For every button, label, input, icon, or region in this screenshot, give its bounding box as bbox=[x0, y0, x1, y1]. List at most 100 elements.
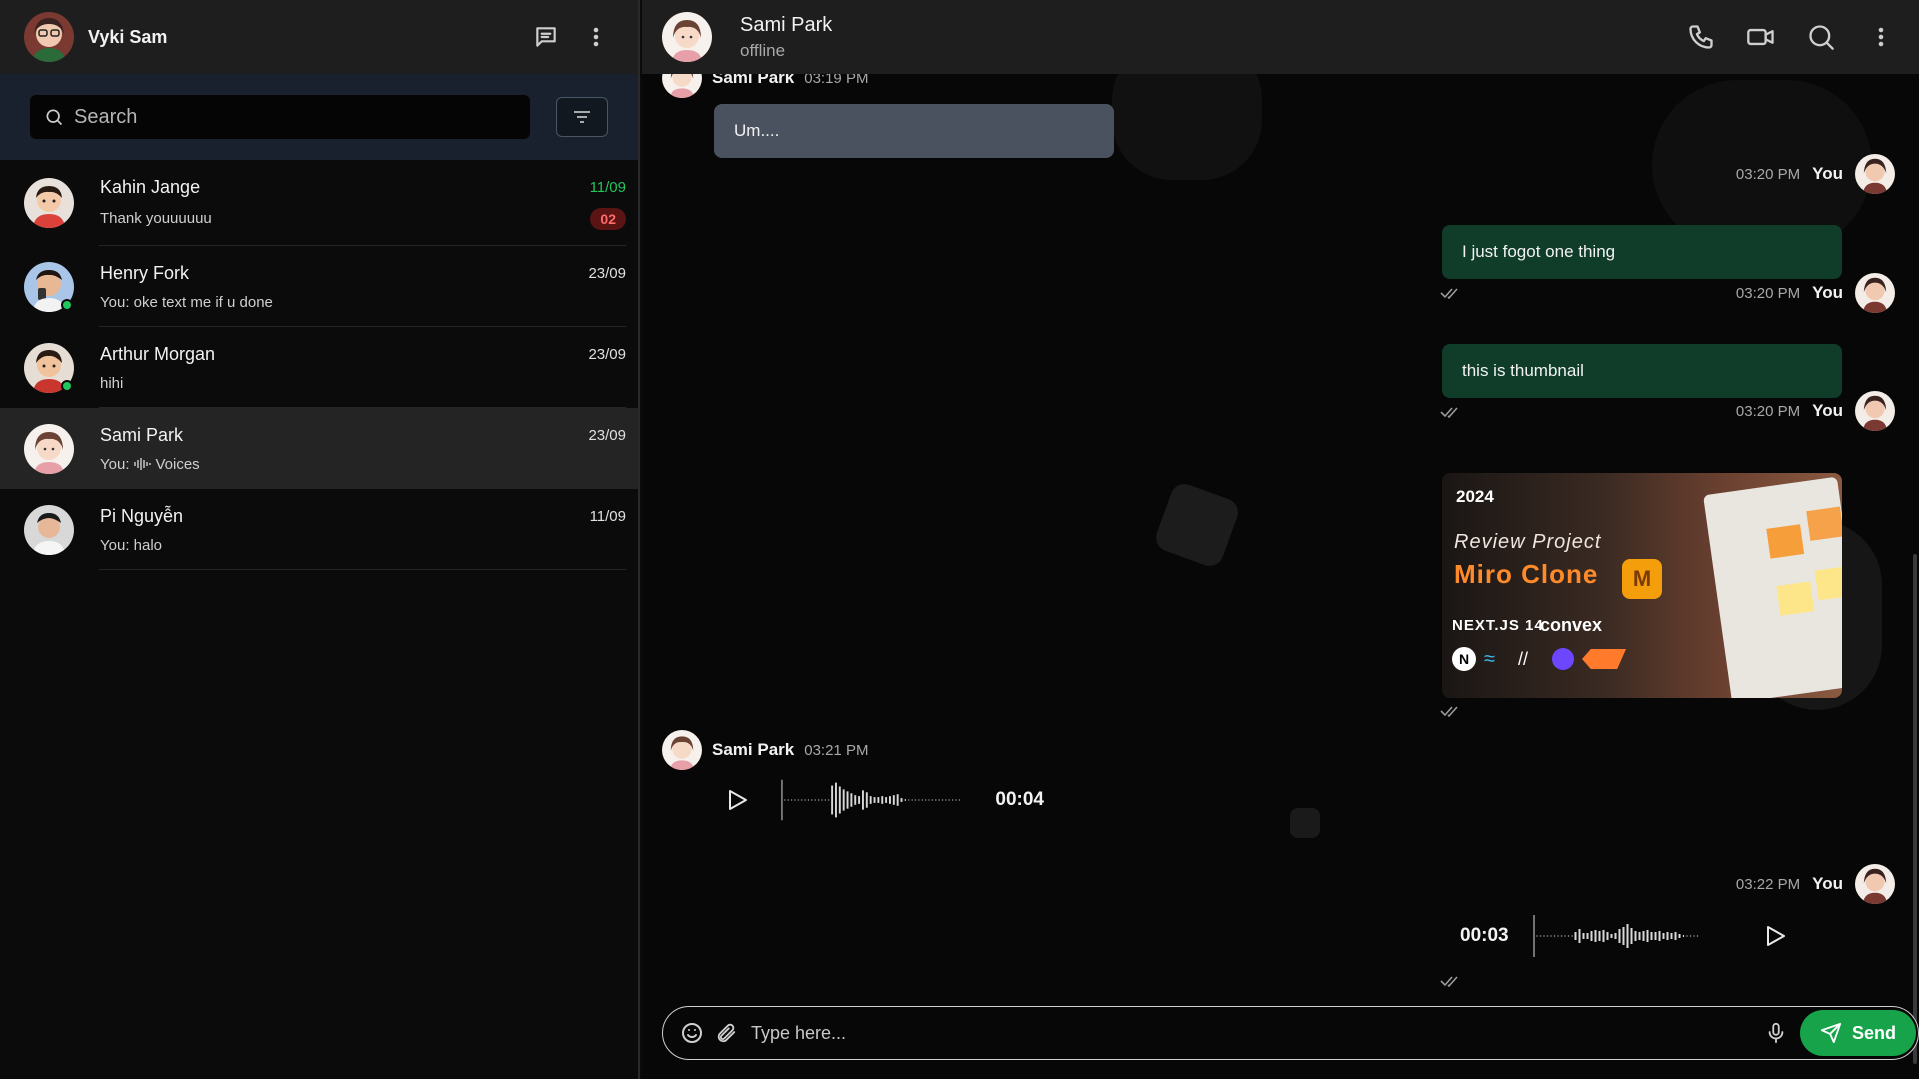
phone-icon[interactable] bbox=[1683, 19, 1719, 55]
online-indicator bbox=[61, 379, 73, 392]
message-input[interactable] bbox=[751, 1022, 1758, 1044]
contact-name: Sami Park bbox=[100, 424, 184, 445]
message-text: I just fogot one thing bbox=[1462, 242, 1616, 261]
search-icon bbox=[46, 109, 63, 126]
conversation-date: 23/09 bbox=[588, 264, 626, 282]
clerk-icon bbox=[1552, 648, 1574, 670]
nextjs-icon: N bbox=[1452, 647, 1476, 671]
sender-name: Sami Park bbox=[712, 740, 795, 759]
conversation-item[interactable]: Arthur Morgan 23/09 hihi bbox=[0, 327, 638, 408]
emoji-icon[interactable] bbox=[677, 1015, 707, 1051]
new-chat-icon[interactable] bbox=[528, 19, 564, 55]
voice-wave-icon bbox=[134, 458, 152, 470]
contact-avatar bbox=[24, 423, 74, 474]
scrollbar-thumb[interactable] bbox=[1913, 554, 1917, 1064]
chat-panel: Sami Park offline Sami Park 03:19 PM Um.… bbox=[642, 0, 1919, 1079]
message-preview: You: Voices bbox=[100, 456, 200, 473]
filter-button[interactable] bbox=[556, 97, 608, 137]
read-receipt-icon bbox=[1440, 405, 1460, 424]
send-label: Send bbox=[1851, 1022, 1896, 1043]
message-text: this is thumbnail bbox=[1462, 361, 1584, 380]
chat-contact-name: Sami Park bbox=[740, 13, 833, 36]
sender-name: You bbox=[1812, 164, 1843, 183]
contact-avatar bbox=[24, 342, 74, 393]
sender-avatar bbox=[1855, 154, 1895, 194]
message-preview: Thank youuuuuu bbox=[100, 210, 212, 227]
conversation-date: 23/09 bbox=[588, 426, 626, 444]
preview-text: Voices bbox=[155, 455, 200, 473]
message-time: 03:20 PM bbox=[1735, 284, 1801, 302]
sender-avatar bbox=[1855, 864, 1895, 904]
message-list: Sami Park 03:19 PM Um.... 03:20 PM You I… bbox=[642, 58, 1919, 1004]
message-preview: hihi bbox=[100, 374, 124, 392]
contact-avatar bbox=[24, 261, 74, 312]
message-bubble[interactable]: I just fogot one thing bbox=[1442, 225, 1842, 279]
tailwind-icon: ≈ bbox=[1484, 648, 1495, 670]
send-icon bbox=[1820, 1022, 1842, 1044]
more-vertical-icon[interactable] bbox=[578, 19, 614, 55]
chat-contact-status: offline bbox=[740, 40, 786, 60]
scrollbar[interactable] bbox=[1911, 74, 1919, 1064]
sidebar: Vyki Sam Kahin Jange 11/09 Thank youuuuuu… bbox=[0, 0, 640, 1079]
thumb-title-line2: Miro Clone bbox=[1454, 559, 1599, 589]
user-name: Vyki Sam bbox=[88, 26, 168, 47]
search-box bbox=[30, 95, 530, 139]
message-time: 03:22 PM bbox=[1735, 875, 1801, 893]
contact-name: Arthur Morgan bbox=[100, 343, 216, 364]
conversation-item[interactable]: Henry Fork 23/09 You: oke text me if u do… bbox=[0, 246, 638, 327]
preview-prefix: You: bbox=[100, 455, 130, 473]
filter-icon bbox=[574, 111, 590, 123]
search-icon[interactable] bbox=[1803, 19, 1839, 55]
shadcn-icon: // bbox=[1518, 649, 1529, 669]
thumb-title-line1: Review Project bbox=[1454, 531, 1602, 553]
more-vertical-icon[interactable] bbox=[1863, 19, 1899, 55]
message-preview: You: halo bbox=[100, 536, 163, 554]
sender-avatar bbox=[662, 730, 702, 770]
voice-message: 00:03 bbox=[1460, 908, 1860, 964]
conversation-date: 11/09 bbox=[589, 507, 626, 525]
conversation-item[interactable]: Pi Nguyễn 11/09 You: halo bbox=[0, 489, 638, 570]
message-preview: You: oke text me if u done bbox=[100, 293, 273, 311]
message-time: 03:21 PM bbox=[804, 741, 869, 759]
message-composer: Send bbox=[662, 1006, 1919, 1060]
conversation-item[interactable]: Kahin Jange 11/09 Thank youuuuuu 02 bbox=[0, 160, 638, 246]
contact-avatar[interactable] bbox=[662, 12, 712, 62]
user-avatar[interactable] bbox=[24, 12, 74, 62]
play-icon[interactable] bbox=[718, 780, 757, 820]
message-header: Sami Park 03:21 PM bbox=[662, 730, 868, 770]
message-bubble[interactable]: this is thumbnail bbox=[1442, 344, 1842, 398]
thumb-year: 2024 bbox=[1456, 487, 1494, 506]
contact-name: Kahin Jange bbox=[100, 176, 201, 197]
voice-duration: 00:04 bbox=[995, 789, 1044, 810]
waveform[interactable] bbox=[1533, 911, 1733, 961]
waveform[interactable] bbox=[780, 775, 974, 825]
image-attachment[interactable]: 2024 Review Project Miro Clone M NEXT.JS… bbox=[1442, 473, 1842, 698]
sender-avatar bbox=[1855, 273, 1895, 313]
search-input[interactable] bbox=[74, 105, 516, 129]
search-bar-area bbox=[0, 74, 638, 160]
message-time: 03:20 PM bbox=[1735, 402, 1801, 420]
video-call-icon[interactable] bbox=[1743, 19, 1779, 55]
sender-name: You bbox=[1812, 874, 1843, 893]
conversation-date: 23/09 bbox=[588, 345, 626, 363]
conversation-list: Kahin Jange 11/09 Thank youuuuuu 02 Henry … bbox=[0, 160, 638, 570]
contact-avatar bbox=[24, 504, 74, 555]
tech-logos: N ≈ // bbox=[1452, 647, 1626, 671]
attachment-icon[interactable] bbox=[711, 1015, 741, 1051]
play-icon[interactable] bbox=[1755, 916, 1795, 956]
sender-avatar bbox=[1855, 391, 1895, 431]
liveblocks-icon bbox=[1582, 649, 1626, 669]
message-bubble[interactable]: Um.... bbox=[714, 104, 1114, 158]
conversation-item[interactable]: Sami Park 23/09 You: Voices bbox=[0, 408, 638, 489]
unread-badge: 02 bbox=[590, 207, 626, 230]
online-indicator bbox=[61, 298, 73, 311]
message-header: 03:20 PM You bbox=[1736, 391, 1895, 431]
read-receipt-icon bbox=[1440, 704, 1460, 723]
sidebar-header: Vyki Sam bbox=[0, 0, 638, 74]
chat-header: Sami Park offline bbox=[642, 0, 1919, 74]
voice-message: 00:04 bbox=[714, 772, 1044, 828]
send-button[interactable]: Send bbox=[1800, 1010, 1916, 1056]
sender-name: You bbox=[1812, 283, 1843, 302]
whiteboard-illustration bbox=[1703, 476, 1842, 698]
microphone-icon[interactable] bbox=[1758, 1015, 1794, 1051]
